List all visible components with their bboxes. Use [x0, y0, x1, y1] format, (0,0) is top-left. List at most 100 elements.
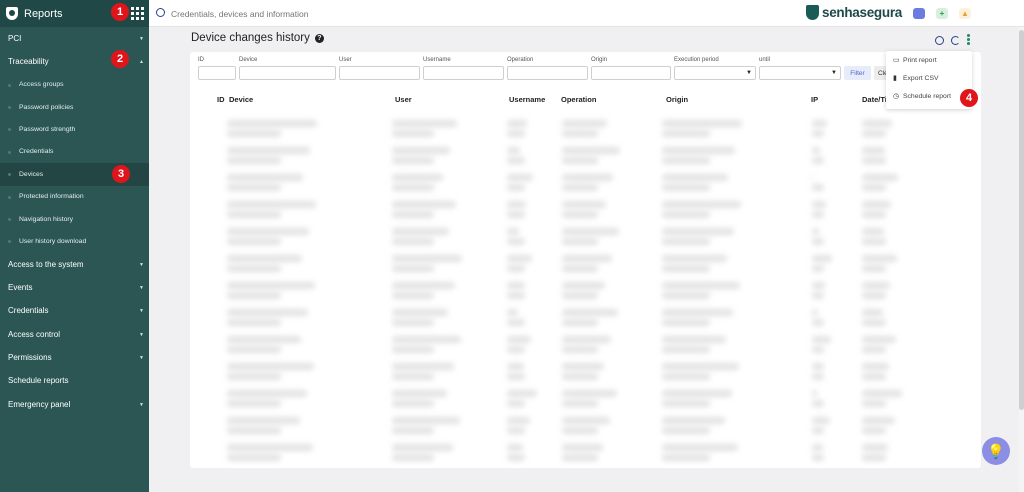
table-cell-blurred — [812, 336, 831, 343]
filter-execution-period-label: Execution period — [674, 57, 719, 63]
lightbulb-help-button[interactable]: 💡 — [982, 437, 1010, 465]
table-cell-blurred — [812, 309, 818, 316]
table-cell-blurred — [392, 373, 434, 380]
table-cell-blurred — [662, 363, 739, 370]
table-cell-blurred — [227, 292, 281, 299]
table-cell-blurred — [227, 390, 307, 397]
home-icon[interactable] — [913, 8, 925, 19]
table-cell-blurred — [562, 174, 613, 181]
filter-operation-input[interactable] — [507, 66, 588, 80]
apps-grid-icon[interactable] — [131, 7, 144, 20]
filter-device-input[interactable] — [239, 66, 336, 80]
sidebar-subitem-label: Navigation history — [19, 215, 74, 223]
table-cell-blurred — [562, 346, 598, 353]
table-cell-blurred — [227, 400, 281, 407]
caret-down-icon: ▼ — [139, 261, 144, 268]
table-cell-blurred — [862, 346, 886, 353]
menu-item-label: Print report — [903, 56, 937, 64]
scrollbar-thumb[interactable] — [1019, 30, 1024, 410]
table-cell-blurred — [507, 400, 525, 407]
sidebar: Reports PCI ▼ Traceability ▲ Access grou… — [0, 0, 149, 492]
add-icon[interactable]: + — [936, 8, 948, 19]
table-cell-blurred — [562, 211, 598, 218]
filter-button[interactable]: Filter — [844, 66, 871, 80]
sidebar-subitem-label: Devices — [19, 170, 44, 178]
sidebar-item-emergency-panel[interactable]: Emergency panel ▼ — [0, 393, 149, 416]
column-header-datetime[interactable]: Date/Ti — [862, 95, 887, 104]
sidebar-item-access-control[interactable]: Access control ▼ — [0, 323, 149, 346]
table-cell-blurred — [662, 120, 742, 127]
step-badge: 4 — [960, 89, 978, 107]
menu-item-print-report[interactable]: ▭ Print report — [886, 51, 972, 69]
table-cell-blurred — [507, 282, 525, 289]
step-badge: 1 — [111, 3, 129, 21]
column-header-user[interactable]: User — [395, 95, 412, 104]
table-cell-blurred — [392, 454, 434, 461]
table-cell-blurred — [662, 147, 735, 154]
filter-origin-input[interactable] — [591, 66, 671, 80]
warning-icon[interactable]: ▲ — [959, 8, 971, 19]
table-cell-blurred — [812, 130, 824, 137]
filter-username-input[interactable] — [423, 66, 504, 80]
table-cell-blurred — [662, 400, 710, 407]
sidebar-subitem-user-history-download[interactable]: User history download — [0, 230, 149, 252]
table-cell-blurred — [227, 174, 303, 181]
circle-icon[interactable] — [935, 36, 944, 45]
filter-user-input[interactable] — [339, 66, 420, 80]
table-cell-blurred — [562, 265, 598, 272]
sidebar-item-label: Credentials — [8, 306, 49, 316]
sidebar-item-access-to-the-system[interactable]: Access to the system ▼ — [0, 253, 149, 276]
column-header-ip[interactable]: IP — [811, 95, 818, 104]
caret-down-icon: ▼ — [831, 70, 837, 76]
table-cell-blurred — [562, 282, 605, 289]
sidebar-item-pci[interactable]: PCI ▼ — [0, 27, 149, 50]
table-cell-blurred — [392, 228, 449, 235]
brand-name: senhasegura — [822, 5, 902, 20]
table-cell-blurred — [812, 427, 824, 434]
sidebar-item-schedule-reports[interactable]: Schedule reports — [0, 369, 149, 392]
filter-id-input[interactable] — [198, 66, 236, 80]
search-input[interactable] — [171, 6, 471, 21]
table-cell-blurred — [562, 444, 603, 451]
table-cell-blurred — [227, 184, 281, 191]
sidebar-subitem-password-policies[interactable]: Password policies — [0, 96, 149, 118]
sidebar-item-label: PCI — [8, 34, 22, 44]
lightbulb-icon: 💡 — [987, 442, 1005, 459]
table-cell-blurred — [227, 444, 313, 451]
table-cell-blurred — [227, 427, 281, 434]
top-bar: senhasegura + ▲ — [149, 0, 1024, 27]
column-header-device[interactable]: Device — [229, 95, 253, 104]
table-cell-blurred — [562, 292, 598, 299]
sidebar-item-credentials[interactable]: Credentials ▼ — [0, 299, 149, 322]
column-header-id[interactable]: ID — [217, 95, 225, 104]
column-header-origin[interactable]: Origin — [666, 95, 688, 104]
sidebar-subitem-navigation-history[interactable]: Navigation history — [0, 208, 149, 230]
table-cell-blurred — [662, 454, 710, 461]
sidebar-item-label: Events — [8, 283, 33, 293]
sidebar-subitem-access-groups[interactable]: Access groups — [0, 74, 149, 96]
table-cell-blurred — [562, 184, 598, 191]
refresh-icon[interactable] — [951, 36, 960, 45]
table-cell-blurred — [507, 417, 530, 424]
menu-item-export-csv[interactable]: ▮ Export CSV — [886, 69, 972, 87]
options-menu: ▭ Print report ▮ Export CSV ◷ Schedule r… — [886, 51, 972, 109]
sidebar-subitem-password-strength[interactable]: Password strength — [0, 118, 149, 140]
sidebar-item-permissions[interactable]: Permissions ▼ — [0, 346, 149, 369]
table-cell-blurred — [227, 265, 281, 272]
step-badge: 3 — [112, 165, 130, 183]
table-cell-blurred — [227, 147, 310, 154]
table-cell-blurred — [507, 390, 537, 397]
sidebar-item-events[interactable]: Events ▼ — [0, 276, 149, 299]
help-icon[interactable]: ? — [314, 33, 324, 43]
filter-operation-label: Operation — [507, 57, 534, 63]
table-cell-blurred — [507, 184, 525, 191]
sidebar-subitem-credentials[interactable]: Credentials — [0, 141, 149, 163]
column-header-username[interactable]: Username — [509, 95, 545, 104]
filter-until-select[interactable]: ▼ — [759, 66, 841, 80]
table-cell-blurred — [862, 120, 892, 127]
table-cell-blurred — [812, 390, 817, 397]
more-options-icon[interactable] — [967, 34, 971, 45]
column-header-operation[interactable]: Operation — [561, 95, 596, 104]
filter-execution-period-select[interactable]: ▼ — [674, 66, 756, 80]
sidebar-subitem-protected-information[interactable]: Protected information — [0, 186, 149, 208]
